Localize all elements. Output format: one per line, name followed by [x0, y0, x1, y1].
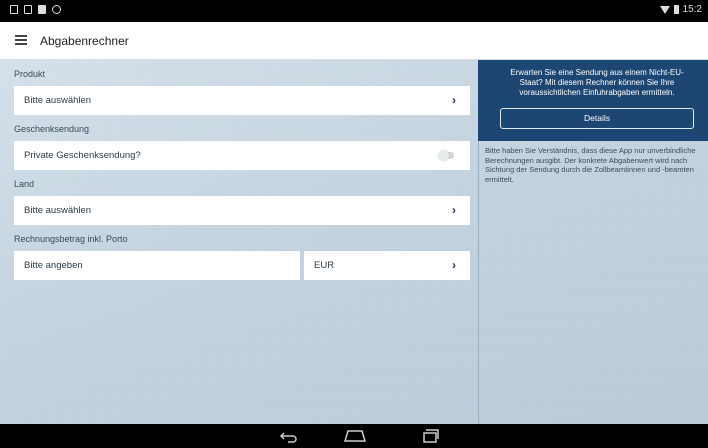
recent-apps-icon[interactable]	[421, 429, 439, 443]
invoice-row: Bitte angeben EUR ›	[14, 251, 470, 280]
clock: 15:2	[682, 4, 702, 15]
document-icon	[38, 5, 46, 14]
navigation-bar	[0, 424, 708, 448]
app-bar: Abgabenrechner	[0, 22, 708, 60]
currency-value: EUR	[314, 260, 335, 271]
product-value: Bitte auswählen	[24, 95, 92, 106]
currency-select[interactable]: EUR ›	[304, 251, 470, 280]
gift-question: Private Geschenksendung?	[24, 150, 141, 161]
details-button[interactable]: Details	[500, 108, 694, 129]
panel-divider	[478, 141, 479, 424]
back-icon[interactable]	[278, 429, 298, 443]
country-label: Land	[14, 179, 35, 189]
calculator-form: Produkt Bitte auswählen › Geschenksendun…	[14, 60, 470, 280]
amount-input[interactable]: Bitte angeben	[14, 251, 300, 280]
invoice-label: Rechnungsbetrag inkl. Porto	[14, 234, 128, 244]
phone-icon	[24, 5, 32, 14]
chevron-right-icon: ›	[452, 93, 456, 107]
page-title: Abgabenrechner	[40, 34, 129, 48]
settings-icon	[52, 5, 61, 14]
product-label: Produkt	[14, 69, 46, 79]
battery-icon	[673, 5, 679, 14]
notification-icons	[10, 5, 61, 14]
wifi-icon	[659, 5, 670, 14]
disclaimer-text: Bitte haben Sie Verständnis, dass diese …	[485, 146, 696, 184]
info-text: Erwarten Sie eine Sendung aus einem Nich…	[510, 68, 684, 97]
status-bar: 15:2	[0, 0, 708, 22]
chevron-right-icon: ›	[452, 203, 456, 217]
gift-label: Geschenksendung	[14, 124, 90, 134]
gift-toggle-row[interactable]: Private Geschenksendung?	[14, 141, 470, 170]
system-icons: 15:2	[659, 4, 702, 15]
chevron-right-icon: ›	[452, 258, 456, 272]
product-select[interactable]: Bitte auswählen ›	[14, 86, 470, 115]
hamburger-icon[interactable]	[15, 35, 27, 45]
switch-knob	[438, 150, 449, 161]
info-panel: Erwarten Sie eine Sendung aus einem Nich…	[478, 60, 708, 141]
amount-placeholder: Bitte angeben	[24, 260, 83, 271]
home-icon[interactable]	[344, 430, 366, 442]
gift-switch[interactable]	[438, 150, 454, 161]
country-value: Bitte auswählen	[24, 205, 92, 216]
gallery-icon	[10, 5, 18, 14]
country-select[interactable]: Bitte auswählen ›	[14, 196, 470, 225]
main-content: Produkt Bitte auswählen › Geschenksendun…	[0, 60, 708, 424]
